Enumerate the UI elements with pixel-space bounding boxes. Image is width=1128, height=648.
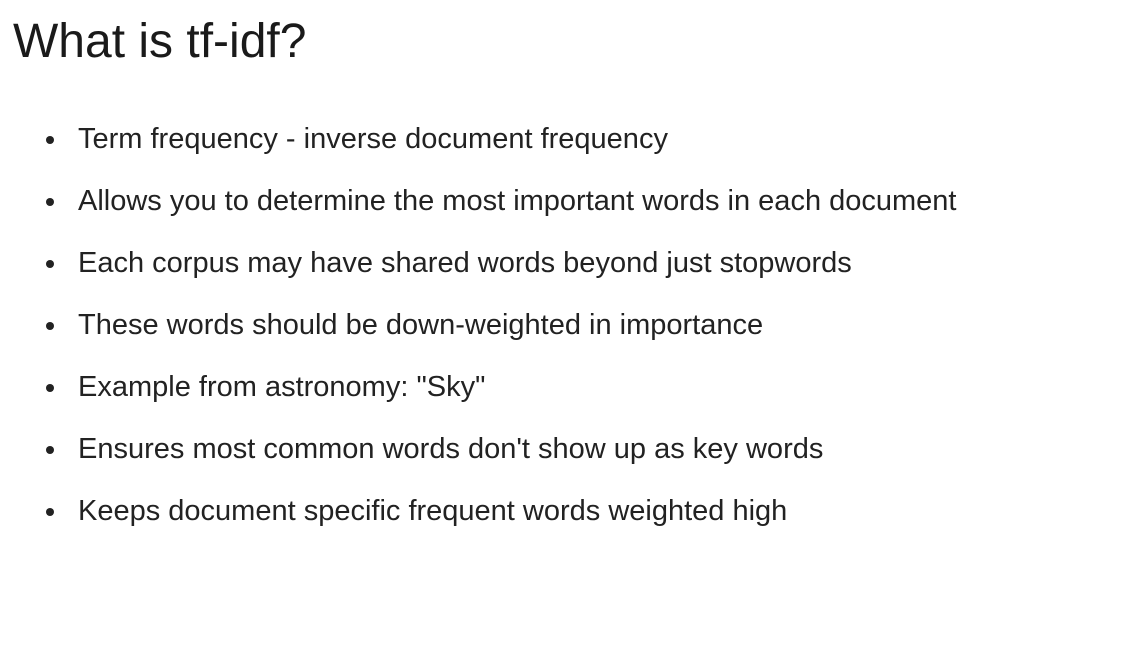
bullet-item: Ensures most common words don't show up …	[0, 418, 956, 480]
bullet-text: Ensures most common words don't show up …	[78, 433, 824, 465]
slide: What is tf-idf? Term frequency - inverse…	[0, 0, 1128, 648]
bullet-dot-icon	[46, 198, 54, 206]
bullet-item: These words should be down-weighted in i…	[0, 294, 956, 356]
bullet-item: Each corpus may have shared words beyond…	[0, 232, 956, 294]
bullet-dot-icon	[46, 322, 54, 330]
slide-title: What is tf-idf?	[13, 15, 307, 68]
bullet-text: Keeps document specific frequent words w…	[78, 495, 788, 527]
bullet-dot-icon	[46, 508, 54, 516]
bullet-text: Allows you to determine the most importa…	[78, 185, 957, 217]
bullet-text: Term frequency - inverse document freque…	[78, 123, 668, 155]
bullet-item: Example from astronomy: "Sky"	[0, 356, 956, 418]
bullet-item: Keeps document specific frequent words w…	[0, 480, 956, 542]
bullet-dot-icon	[46, 136, 54, 144]
bullet-item: Allows you to determine the most importa…	[0, 170, 956, 232]
bullet-dot-icon	[46, 384, 54, 392]
bullet-text: Example from astronomy: "Sky"	[78, 371, 486, 403]
bullet-dot-icon	[46, 446, 54, 454]
bullet-text: Each corpus may have shared words beyond…	[78, 247, 852, 279]
bullet-item: Term frequency - inverse document freque…	[0, 108, 956, 170]
bullet-text: These words should be down-weighted in i…	[78, 309, 764, 341]
bullet-list: Term frequency - inverse document freque…	[0, 108, 956, 542]
bullet-dot-icon	[46, 260, 54, 268]
